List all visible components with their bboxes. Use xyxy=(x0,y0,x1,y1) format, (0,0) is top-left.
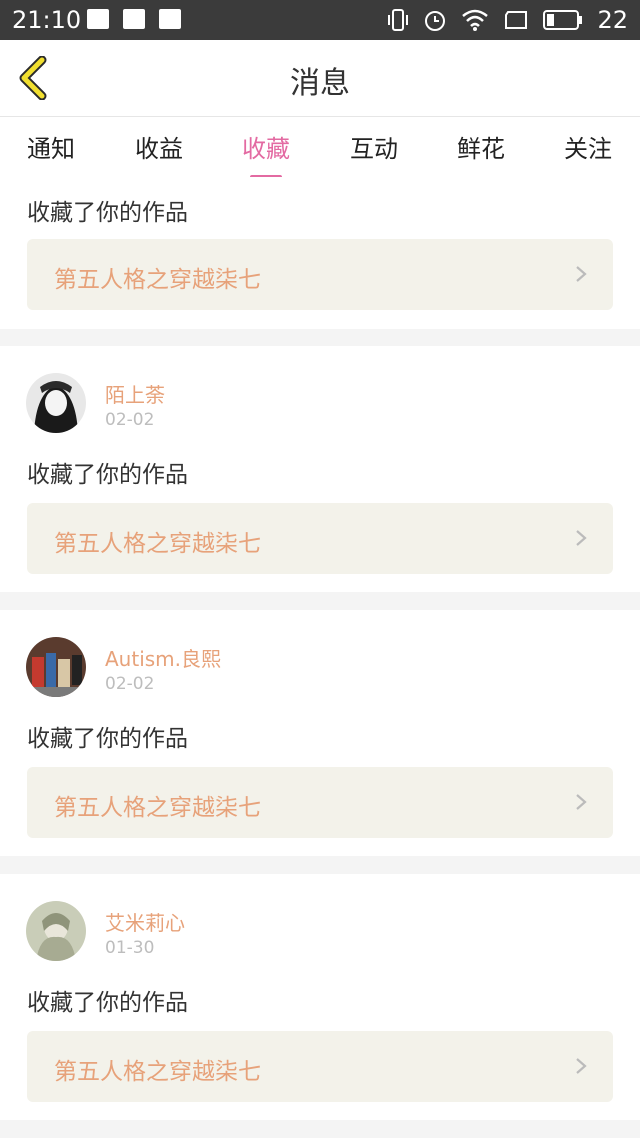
username[interactable]: 陌上荼 xyxy=(105,379,165,408)
tab-label: 鲜花 xyxy=(457,135,505,163)
tab-label: 收益 xyxy=(135,135,183,163)
work-title: 第五人格之穿越柒七 xyxy=(54,531,261,557)
tab-notifications[interactable]: 通知 xyxy=(11,129,91,164)
chevron-right-icon xyxy=(576,266,587,282)
status-bar: 21:10 22 xyxy=(0,0,640,40)
message-text: 收藏了你的作品 xyxy=(27,990,188,1016)
list-item: 艾米莉心 01-30 收藏了你的作品 第五人格之穿越柒七 xyxy=(0,874,640,1120)
message-text: 收藏了你的作品 xyxy=(27,200,188,226)
vibrate-icon xyxy=(388,9,409,31)
wifi-icon xyxy=(462,9,489,31)
work-title: 第五人格之穿越柒七 xyxy=(54,267,261,293)
upload-icon xyxy=(87,9,109,29)
username[interactable]: Autism.良熙 xyxy=(105,643,221,672)
avatar[interactable] xyxy=(26,901,86,961)
work-link[interactable]: 第五人格之穿越柒七 xyxy=(27,1031,613,1102)
work-title: 第五人格之穿越柒七 xyxy=(54,795,261,821)
avatar[interactable] xyxy=(26,637,86,697)
tab-label: 收藏 xyxy=(242,135,290,163)
timestamp: 02-02 xyxy=(105,410,155,430)
app-header: 消息 xyxy=(0,40,640,117)
message-text: 收藏了你的作品 xyxy=(27,726,188,752)
tab-earnings[interactable]: 收益 xyxy=(119,129,199,164)
status-time: 21:10 xyxy=(12,6,82,34)
alarm-icon xyxy=(425,11,446,31)
list-item: 收藏了你的作品 第五人格之穿越柒七 xyxy=(0,177,640,329)
tab-bar: 通知 收益 收藏 互动 鲜花 关注 xyxy=(0,117,640,179)
avatar[interactable] xyxy=(26,373,86,433)
username[interactable]: 艾米莉心 xyxy=(105,907,185,936)
work-title: 第五人格之穿越柒七 xyxy=(54,1059,261,1085)
tab-label: 通知 xyxy=(27,135,75,163)
sim-icon xyxy=(159,9,181,29)
work-link[interactable]: 第五人格之穿越柒七 xyxy=(27,767,613,838)
image-icon xyxy=(123,9,145,29)
chevron-right-icon xyxy=(576,530,587,546)
tab-label: 互动 xyxy=(350,135,398,163)
battery-icon xyxy=(543,10,583,30)
timestamp: 01-30 xyxy=(105,938,155,958)
tab-interactions[interactable]: 互动 xyxy=(334,129,414,164)
message-text: 收藏了你的作品 xyxy=(27,462,188,488)
timestamp: 02-02 xyxy=(105,674,155,694)
tab-flowers[interactable]: 鲜花 xyxy=(441,129,521,164)
screen-icon xyxy=(505,11,528,29)
battery-level: 22 xyxy=(597,6,628,34)
tab-label: 关注 xyxy=(564,135,612,163)
tab-following[interactable]: 关注 xyxy=(548,129,628,164)
work-link[interactable]: 第五人格之穿越柒七 xyxy=(27,503,613,574)
tab-favorites[interactable]: 收藏 xyxy=(226,129,306,179)
page-title: 消息 xyxy=(290,66,350,101)
chevron-right-icon xyxy=(576,794,587,810)
chevron-right-icon xyxy=(576,1058,587,1074)
list-item: Autism.良熙 02-02 收藏了你的作品 第五人格之穿越柒七 xyxy=(0,610,640,856)
work-link[interactable]: 第五人格之穿越柒七 xyxy=(27,239,613,310)
list-item: 陌上荼 02-02 收藏了你的作品 第五人格之穿越柒七 xyxy=(0,346,640,592)
